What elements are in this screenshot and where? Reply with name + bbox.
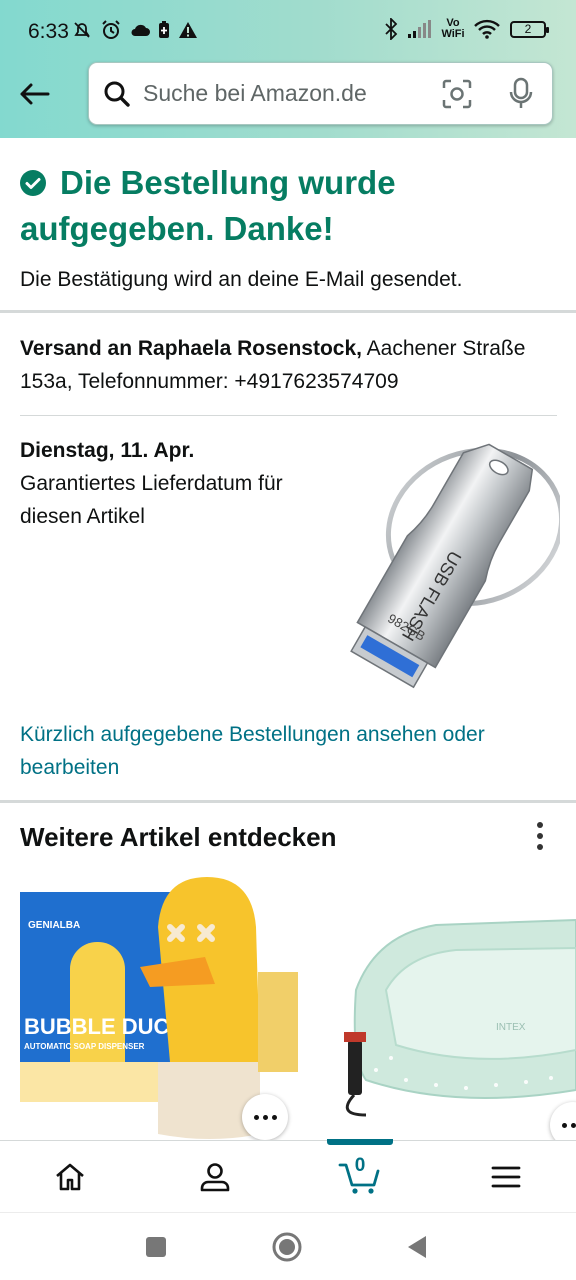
back-button[interactable]: [14, 74, 54, 114]
home-system-button[interactable]: [269, 1229, 305, 1265]
nav-cart[interactable]: 0: [320, 1141, 400, 1213]
recommendation-card-pool[interactable]: INTEX: [326, 880, 576, 1142]
vowifi-label: Vo WiFi: [441, 17, 465, 40]
status-time: 6:33: [28, 20, 69, 43]
home-icon: [56, 1163, 84, 1191]
shipping-info: Versand an Raphaela Rosenstock, Aachener…: [20, 332, 560, 398]
square-icon: [146, 1237, 166, 1257]
cart-count: 0: [354, 1155, 366, 1176]
nav-menu[interactable]: [466, 1141, 546, 1213]
recents-button[interactable]: [138, 1229, 174, 1265]
signal-icon: [408, 20, 432, 38]
confirmation-subtitle: Die Bestätigung wird an deine E-Mail ges…: [20, 268, 463, 291]
battery-indicator: 2: [510, 20, 549, 38]
microphone-icon[interactable]: [509, 77, 533, 116]
rec1-options-button[interactable]: [242, 1094, 288, 1140]
nav-account[interactable]: [175, 1141, 255, 1213]
bottom-navigation: 0: [0, 1139, 576, 1213]
more-options-button[interactable]: [528, 818, 552, 854]
search-bar[interactable]: [88, 62, 553, 125]
back-arrow-icon: [20, 83, 50, 105]
product-image-usb-stick[interactable]: USB FLASH 982GB: [300, 432, 565, 697]
cloud-icon: [130, 23, 150, 37]
system-navigation-bar: [0, 1212, 576, 1280]
recommendation-card-duck[interactable]: GENIALBA BUBBLE DUCK AUTOMATIC SOAP DISP…: [20, 872, 312, 1142]
recommendations-title: Weitere Artikel entdecken: [20, 822, 337, 852]
check-circle-icon: [20, 170, 46, 196]
hamburger-menu-icon: [491, 1166, 521, 1188]
mute-icon: [72, 20, 92, 40]
search-input[interactable]: [143, 63, 423, 124]
shipping-recipient: Versand an Raphaela Rosenstock,: [20, 337, 362, 360]
rec1-name: BUBBLE DUCK: [24, 1014, 185, 1039]
status-bar: 6:33 Vo WiFi 2: [0, 0, 576, 60]
nav-home[interactable]: [30, 1141, 110, 1213]
back-system-button[interactable]: [399, 1229, 435, 1265]
rec2-brand: INTEX: [496, 1022, 526, 1033]
rec1-brand: GENIALBA: [28, 920, 80, 931]
user-icon: [200, 1163, 230, 1192]
warning-icon: [178, 21, 198, 39]
battery-saver-icon: [158, 21, 170, 39]
triangle-back-icon: [408, 1236, 426, 1258]
delivery-info: Dienstag, 11. Apr. Garantiertes Lieferda…: [20, 434, 290, 533]
recent-orders-link[interactable]: Kürzlich aufgegebene Bestellungen ansehe…: [20, 718, 540, 784]
header: 6:33 Vo WiFi 2 Suche bei Amazon.de: [0, 0, 576, 138]
delivery-date: Dienstag, 11. Apr.: [20, 439, 195, 462]
circle-icon: [272, 1232, 302, 1262]
rec1-subtitle: AUTOMATIC SOAP DISPENSER: [24, 1042, 145, 1051]
wifi-icon: [474, 19, 500, 39]
section-divider: [0, 800, 576, 803]
confirmation-title: Die Bestellung wurde aufgegeben. Danke!: [20, 164, 396, 247]
divider: [20, 415, 557, 416]
camera-search-icon[interactable]: [441, 78, 473, 115]
delivery-note: Garantiertes Lieferdatum für diesen Arti…: [20, 472, 283, 528]
search-icon: [103, 80, 131, 113]
alarm-icon: [100, 19, 122, 41]
bluetooth-icon: [384, 18, 398, 40]
order-confirmation: Die Bestellung wurde aufgegeben. Danke! …: [0, 138, 576, 312]
section-divider: [0, 310, 576, 313]
